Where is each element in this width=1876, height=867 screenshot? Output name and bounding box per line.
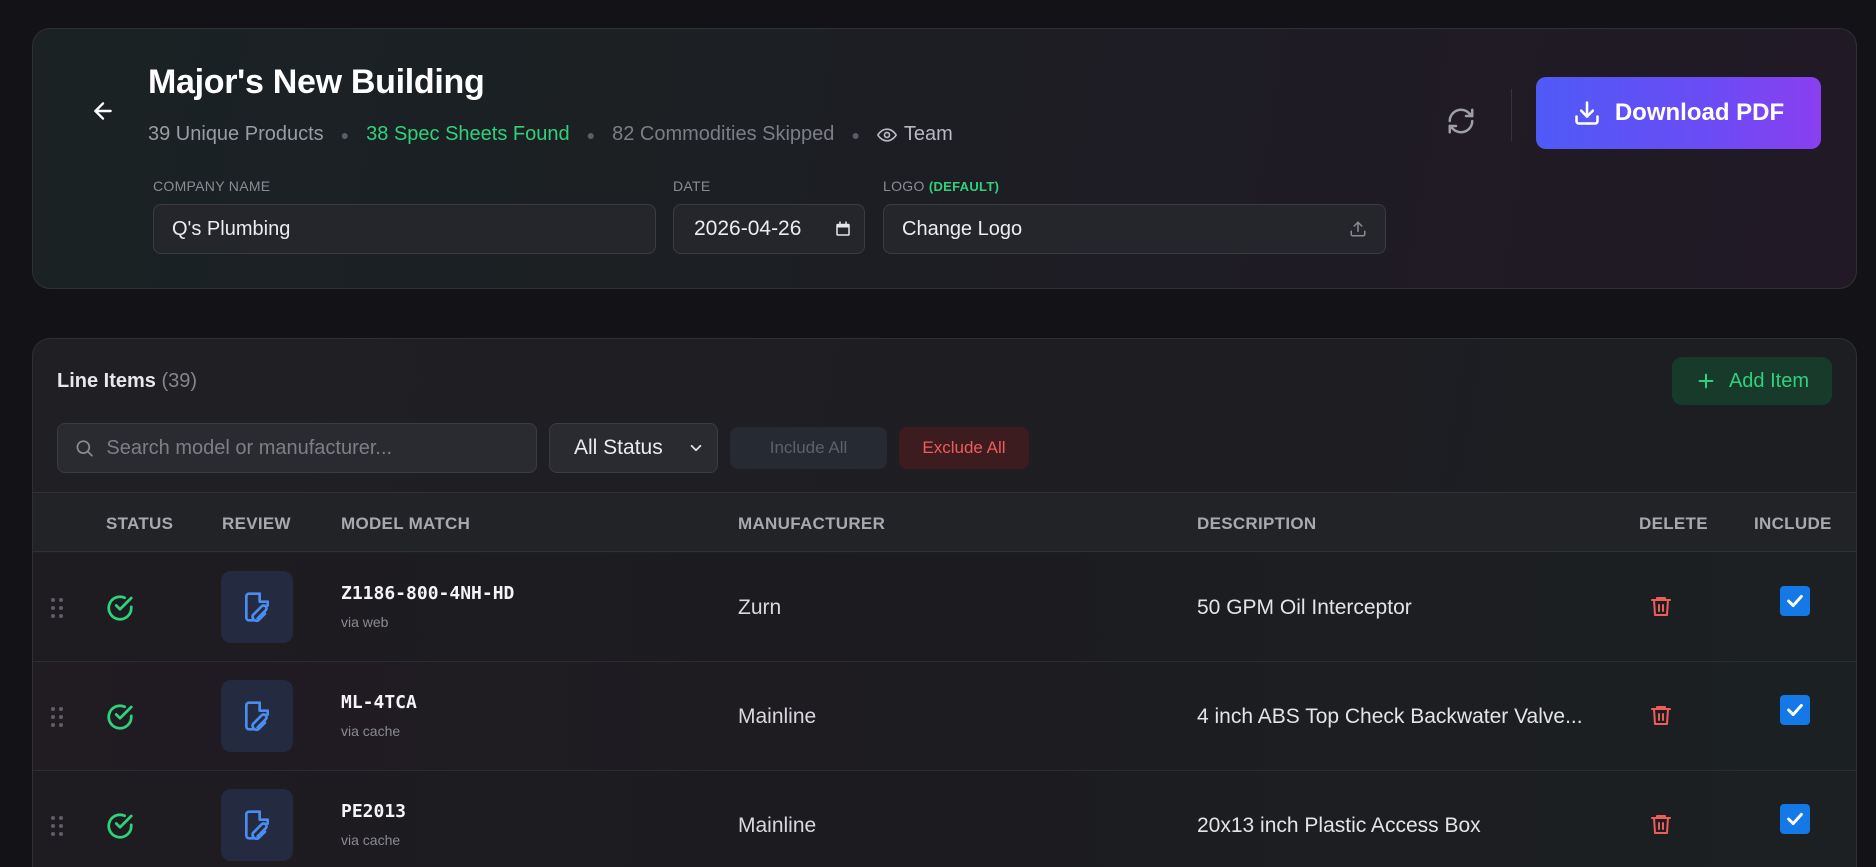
check-circle-icon: [107, 813, 133, 839]
column-header-description[interactable]: DESCRIPTION: [1197, 514, 1316, 534]
download-pdf-button[interactable]: Download PDF: [1536, 77, 1821, 149]
upload-icon: [1350, 221, 1366, 237]
column-header-status[interactable]: STATUS: [106, 514, 173, 534]
model-source: via web: [341, 614, 389, 630]
description: 4 inch ABS Top Check Backwater Valve...: [1197, 705, 1583, 728]
review-spec-sheet-button[interactable]: [221, 789, 293, 861]
project-meta: 39 Unique Products ● 38 Spec Sheets Foun…: [148, 123, 953, 146]
company-name-value: Q's Plumbing: [172, 217, 291, 240]
separator-dot: ●: [851, 126, 860, 143]
search-icon: [76, 440, 93, 457]
plus-icon: [1698, 373, 1714, 389]
logo-label: LOGO (DEFAULT): [883, 178, 999, 194]
trash-icon[interactable]: [1649, 594, 1673, 618]
table-row: Z1186-800-4NH-HD via web Zurn 50 GPM Oil…: [33, 553, 1856, 662]
description: 50 GPM Oil Interceptor: [1197, 596, 1412, 619]
trash-icon[interactable]: [1649, 812, 1673, 836]
column-header-model-match[interactable]: MODEL MATCH: [341, 514, 470, 534]
model-source: via cache: [341, 832, 401, 848]
status-filter-value: All Status: [574, 436, 663, 459]
search-box: [57, 423, 537, 473]
page-title: Major's New Building: [148, 63, 485, 101]
checkmark-icon: [1787, 594, 1803, 608]
change-logo-button[interactable]: Change Logo: [883, 204, 1386, 254]
exclude-all-button[interactable]: Exclude All: [899, 427, 1029, 469]
chevron-down-icon: [690, 444, 702, 452]
visibility-label: Team: [903, 123, 953, 145]
calendar-icon[interactable]: [834, 220, 852, 238]
file-link-icon: [245, 701, 269, 732]
file-link-icon: [245, 592, 269, 623]
model-number: PE2013: [341, 801, 407, 822]
spec-sheets-count: 38 Spec Sheets Found: [366, 123, 570, 145]
include-checkbox[interactable]: [1780, 586, 1810, 616]
drag-handle-icon[interactable]: [50, 597, 64, 619]
model-source: via cache: [341, 723, 401, 739]
table-row: ML-4TCA via cache Mainline 4 inch ABS To…: [33, 662, 1856, 771]
column-header-review[interactable]: REVIEW: [222, 514, 291, 534]
checkmark-icon: [1787, 703, 1803, 717]
eye-icon: [876, 127, 897, 142]
unique-products-count: 39 Unique Products: [148, 123, 324, 145]
check-circle-icon: [107, 595, 133, 621]
search-input[interactable]: [106, 436, 520, 460]
header-divider: [1511, 89, 1512, 141]
drag-handle-icon[interactable]: [50, 815, 64, 837]
status-filter-select[interactable]: All Status: [549, 423, 718, 473]
refresh-button[interactable]: [1433, 93, 1489, 149]
review-spec-sheet-button[interactable]: [221, 571, 293, 643]
separator-dot: ●: [340, 126, 350, 143]
logo-default-badge: (DEFAULT): [928, 179, 1000, 194]
trash-icon[interactable]: [1649, 703, 1673, 727]
description: 20x13 inch Plastic Access Box: [1197, 814, 1481, 837]
include-all-button[interactable]: Include All: [730, 427, 887, 469]
back-button[interactable]: [83, 91, 123, 131]
include-checkbox[interactable]: [1780, 804, 1810, 834]
manufacturer: Zurn: [738, 596, 782, 619]
company-name-field[interactable]: Q's Plumbing: [153, 204, 656, 254]
column-header-manufacturer[interactable]: MANUFACTURER: [738, 514, 885, 534]
logo-label-text: LOGO: [883, 178, 925, 194]
include-checkbox[interactable]: [1780, 695, 1810, 725]
refresh-icon: [1448, 108, 1474, 134]
download-pdf-label: Download PDF: [1614, 99, 1785, 126]
review-spec-sheet-button[interactable]: [221, 680, 293, 752]
project-header-card: Major's New Building 39 Unique Products …: [32, 28, 1857, 289]
file-link-icon: [245, 810, 269, 841]
date-value: 2026-04-26: [694, 217, 802, 240]
skipped-count: 82 Commodities Skipped: [612, 123, 835, 145]
change-logo-label: Change Logo: [902, 217, 1023, 240]
add-item-button[interactable]: Add Item: [1672, 357, 1832, 405]
date-label: DATE: [673, 178, 711, 194]
download-icon: [1575, 101, 1599, 125]
table-header: STATUS REVIEW MODEL MATCH MANUFACTURER D…: [33, 492, 1856, 552]
drag-handle-icon[interactable]: [50, 706, 64, 728]
checkmark-icon: [1787, 812, 1803, 826]
line-items-card: Line Items (39) Add Item All Status Incl…: [32, 338, 1857, 867]
model-number: ML-4TCA: [341, 692, 417, 713]
column-header-include[interactable]: INCLUDE: [1754, 514, 1832, 534]
table-row: PE2013 via cache Mainline 20x13 inch Pla…: [33, 771, 1856, 867]
column-header-delete[interactable]: DELETE: [1639, 514, 1708, 534]
arrow-left-icon: [94, 102, 112, 120]
company-name-label: COMPANY NAME: [153, 178, 271, 194]
line-items-count: (39): [161, 370, 198, 392]
line-items-title: Line Items (39): [57, 370, 197, 393]
add-item-label: Add Item: [1728, 369, 1810, 392]
check-circle-icon: [107, 704, 133, 730]
model-number: Z1186-800-4NH-HD: [341, 583, 515, 604]
line-items-heading: Line Items: [57, 370, 156, 392]
date-field[interactable]: 2026-04-26: [673, 204, 865, 254]
visibility-toggle[interactable]: Team: [876, 123, 953, 146]
separator-dot: ●: [586, 126, 596, 143]
manufacturer: Mainline: [738, 814, 817, 837]
manufacturer: Mainline: [738, 705, 817, 728]
